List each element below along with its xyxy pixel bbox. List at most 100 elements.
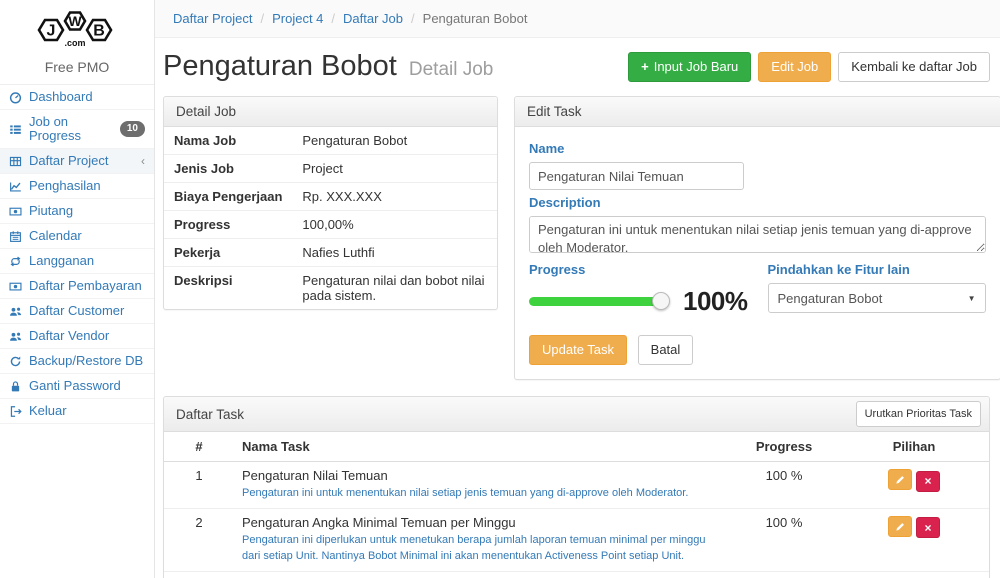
delete-task-row-button[interactable]: ×	[916, 471, 940, 492]
daftar-task-heading: Daftar Task Urutkan Prioritas Task	[164, 397, 989, 432]
edit-task-body: Name Description Pengaturan ini untuk me…	[515, 127, 1000, 379]
refresh-icon	[9, 355, 24, 368]
progress-label: Progress	[529, 262, 748, 277]
breadcrumb-separator: /	[411, 11, 415, 26]
column-header-pilihan: Pilihan	[839, 432, 989, 462]
detail-value: Nafies Luthfi	[292, 239, 497, 267]
sidebar-item-dashboard[interactable]: Dashboard	[0, 85, 154, 110]
task-progress: 100 %	[729, 462, 839, 509]
task-table: # Nama Task Progress Pilihan 1Pengaturan…	[164, 432, 989, 578]
detail-label: Pekerja	[164, 239, 292, 267]
breadcrumb-link-project-4[interactable]: Project 4	[272, 11, 323, 26]
logo-letter-w: W	[68, 13, 82, 29]
detail-label: Nama Job	[164, 127, 292, 155]
page-title: Pengaturan Bobot Detail Job	[163, 50, 493, 83]
task-row: 3Pengaturan Bobot Activeness Point vs Ef…	[164, 571, 989, 578]
sidebar-item-label: Job on Progress	[29, 115, 120, 143]
signout-icon	[9, 405, 24, 418]
detail-value: Project	[292, 155, 497, 183]
detail-row-jenis-job: Jenis JobProject	[164, 155, 497, 183]
sidebar-item-label: Daftar Project	[29, 154, 108, 168]
move-feature-select[interactable]: Pengaturan Bobot ▼	[768, 283, 986, 313]
edit-task-row-button[interactable]	[888, 516, 912, 537]
urutkan-prioritas-task-button-top[interactable]: Urutkan Prioritas Task	[856, 401, 981, 427]
sidebar-item-ganti-password[interactable]: Ganti Password	[0, 374, 154, 399]
page-subtitle: Detail Job	[409, 59, 494, 80]
logo-letter-b: B	[93, 23, 105, 40]
detail-row-pekerja: PekerjaNafies Luthfi	[164, 239, 497, 267]
sidebar-item-label: Ganti Password	[29, 379, 121, 393]
detail-row-progress: Progress100,00%	[164, 211, 497, 239]
sidebar-item-label: Keluar	[29, 404, 67, 418]
sidebar-item-label: Backup/Restore DB	[29, 354, 143, 368]
sidebar-menu: DashboardJob on Progress10Daftar Project…	[0, 84, 154, 424]
update-task-button[interactable]: Update Task	[529, 335, 627, 365]
delete-task-row-button[interactable]: ×	[916, 517, 940, 538]
count-badge: 10	[120, 121, 145, 137]
edit-task-panel: Edit Task Name Description Pengaturan in…	[514, 96, 1000, 380]
logo-letter-j: J	[47, 23, 56, 40]
header-buttons: + Input Job Baru Edit Job Kembali ke daf…	[621, 52, 990, 82]
column-header-nama-task: Nama Task	[234, 432, 729, 462]
edit-task-lower-row: Progress 100% Update Task Batal	[529, 257, 986, 365]
description-label: Description	[529, 195, 986, 210]
detail-label: Deskripsi	[164, 267, 292, 310]
task-progress: 100 %	[729, 571, 839, 578]
breadcrumb-link-daftar-project[interactable]: Daftar Project	[173, 11, 252, 26]
task-name: Pengaturan Nilai Temuan	[242, 468, 721, 483]
detail-value: Rp. XXX.XXX	[292, 183, 497, 211]
main-area: Daftar Project/Project 4/Daftar Job/Peng…	[155, 0, 1000, 578]
breadcrumb-link-daftar-job[interactable]: Daftar Job	[343, 11, 403, 26]
daftar-task-panel: Daftar Task Urutkan Prioritas Task # Nam…	[163, 396, 990, 578]
sidebar-item-label: Daftar Vendor	[29, 329, 109, 343]
daftar-task-title: Daftar Task	[176, 407, 244, 422]
kembali-ke-daftar-job-button[interactable]: Kembali ke daftar Job	[838, 52, 990, 82]
detail-row-nama-job: Nama JobPengaturan Bobot	[164, 127, 497, 155]
sidebar-item-langganan[interactable]: Langganan	[0, 249, 154, 274]
app-root: J W B .com Free PMO DashboardJob on Prog…	[0, 0, 1000, 578]
task-name: Pengaturan Angka Minimal Temuan per Ming…	[242, 515, 721, 530]
input-job-baru-button[interactable]: + Input Job Baru	[628, 52, 751, 82]
sidebar-item-piutang[interactable]: Piutang	[0, 199, 154, 224]
sidebar-item-daftar-vendor[interactable]: Daftar Vendor	[0, 324, 154, 349]
sidebar-item-daftar-customer[interactable]: Daftar Customer	[0, 299, 154, 324]
progress-value: 100%	[683, 286, 748, 317]
lock-icon	[9, 380, 24, 393]
sidebar-item-backup-restore-db[interactable]: Backup/Restore DB	[0, 349, 154, 374]
edit-task-heading: Edit Task	[515, 97, 1000, 127]
sidebar-item-daftar-pembayaran[interactable]: Daftar Pembayaran	[0, 274, 154, 299]
sidebar-item-label: Calendar	[29, 229, 82, 243]
users-icon	[9, 330, 24, 343]
money-icon	[9, 205, 24, 218]
task-number: 2	[164, 508, 234, 571]
task-number: 1	[164, 462, 234, 509]
task-progress: 100 %	[729, 508, 839, 571]
sidebar-item-calendar[interactable]: Calendar	[0, 224, 154, 249]
table-icon	[9, 155, 24, 168]
sidebar-item-keluar[interactable]: Keluar	[0, 399, 154, 424]
sidebar-item-label: Daftar Pembayaran	[29, 279, 142, 293]
sidebar-item-label: Piutang	[29, 204, 73, 218]
detail-value: Pengaturan nilai dan bobot nilai pada si…	[292, 267, 497, 310]
edit-job-button[interactable]: Edit Job	[758, 52, 831, 82]
task-description-textarea[interactable]: Pengaturan ini untuk menentukan nilai se…	[529, 216, 986, 253]
batal-button[interactable]: Batal	[638, 335, 694, 365]
progress-slider-handle[interactable]	[652, 292, 670, 310]
progress-slider[interactable]	[529, 297, 661, 306]
task-number: 3	[164, 571, 234, 578]
jwb-logo: J W B .com	[29, 7, 125, 53]
detail-job-heading: Detail Job	[164, 97, 497, 127]
edit-task-row-button[interactable]	[888, 469, 912, 490]
users-icon	[9, 305, 24, 318]
logo-com: .com	[64, 38, 85, 48]
task-row: 2 Pengaturan Angka Minimal Temuan per Min…	[164, 508, 989, 571]
detail-label: Jenis Job	[164, 155, 292, 183]
detail-row-deskripsi: DeskripsiPengaturan nilai dan bobot nila…	[164, 267, 497, 310]
brand-name: Free PMO	[0, 59, 154, 75]
column-header-progress: Progress	[729, 432, 839, 462]
task-name-input[interactable]	[529, 162, 744, 190]
move-feature-selected-value: Pengaturan Bobot	[778, 291, 883, 306]
sidebar-item-penghasilan[interactable]: Penghasilan	[0, 174, 154, 199]
sidebar-item-job-on-progress[interactable]: Job on Progress10	[0, 110, 154, 149]
sidebar-item-daftar-project[interactable]: Daftar Project‹	[0, 149, 154, 174]
